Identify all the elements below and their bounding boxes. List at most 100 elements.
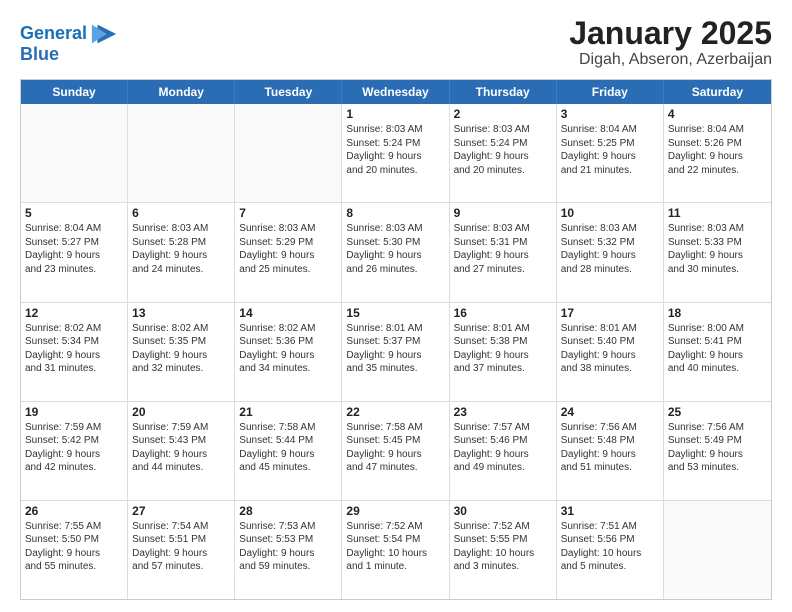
header-sunday: Sunday xyxy=(21,80,128,104)
day-number: 27 xyxy=(132,504,230,518)
day-info: Sunrise: 7:59 AM Sunset: 5:42 PM Dayligh… xyxy=(25,421,123,475)
day-number: 20 xyxy=(132,405,230,419)
week-row-4: 26 Sunrise: 7:55 AM Sunset: 5:50 PM Dayli… xyxy=(21,501,771,599)
page: General Blue January 2025 Digah, Abseron… xyxy=(0,0,792,612)
day-info: Sunrise: 8:04 AM Sunset: 5:27 PM Dayligh… xyxy=(25,222,123,276)
header-thursday: Thursday xyxy=(450,80,557,104)
day-info: Sunrise: 8:00 AM Sunset: 5:41 PM Dayligh… xyxy=(668,322,767,376)
cell-w3-d1: 20 Sunrise: 7:59 AM Sunset: 5:43 PM Dayli… xyxy=(128,402,235,500)
header-tuesday: Tuesday xyxy=(235,80,342,104)
day-number: 2 xyxy=(454,107,552,121)
cell-w4-d2: 28 Sunrise: 7:53 AM Sunset: 5:53 PM Dayli… xyxy=(235,501,342,599)
day-info: Sunrise: 8:01 AM Sunset: 5:37 PM Dayligh… xyxy=(346,322,444,376)
day-info: Sunrise: 7:52 AM Sunset: 5:55 PM Dayligh… xyxy=(454,520,552,574)
logo: General Blue xyxy=(20,20,118,65)
cell-w1-d3: 8Sunrise: 8:03 AM Sunset: 5:30 PM Daylig… xyxy=(342,203,449,301)
cell-w4-d4: 30Sunrise: 7:52 AM Sunset: 5:55 PM Dayli… xyxy=(450,501,557,599)
logo-text: General xyxy=(20,24,87,44)
day-number: 4 xyxy=(668,107,767,121)
cell-w2-d2: 14Sunrise: 8:02 AM Sunset: 5:36 PM Dayli… xyxy=(235,303,342,401)
cell-w2-d4: 16 Sunrise: 8:01 AM Sunset: 5:38 PM Dayli… xyxy=(450,303,557,401)
day-number: 3 xyxy=(561,107,659,121)
day-info: Sunrise: 8:03 AM Sunset: 5:29 PM Dayligh… xyxy=(239,222,337,276)
cell-w2-d6: 18 Sunrise: 8:00 AM Sunset: 5:41 PM Dayli… xyxy=(664,303,771,401)
header-saturday: Saturday xyxy=(664,80,771,104)
title-block: January 2025 Digah, Abseron, Azerbaijan xyxy=(569,16,772,69)
day-info: Sunrise: 8:03 AM Sunset: 5:24 PM Dayligh… xyxy=(346,123,444,177)
header-friday: Friday xyxy=(557,80,664,104)
day-number: 16 xyxy=(454,306,552,320)
cell-w1-d0: 5Sunrise: 8:04 AM Sunset: 5:27 PM Daylig… xyxy=(21,203,128,301)
page-title: January 2025 xyxy=(569,16,772,51)
header-wednesday: Wednesday xyxy=(342,80,449,104)
cell-w3-d5: 24 Sunrise: 7:56 AM Sunset: 5:48 PM Dayli… xyxy=(557,402,664,500)
week-row-0: 1 Sunrise: 8:03 AM Sunset: 5:24 PM Daylig… xyxy=(21,104,771,203)
cell-w1-d6: 11 Sunrise: 8:03 AM Sunset: 5:33 PM Dayli… xyxy=(664,203,771,301)
day-number: 28 xyxy=(239,504,337,518)
day-number: 23 xyxy=(454,405,552,419)
day-number: 11 xyxy=(668,206,767,220)
day-info: Sunrise: 7:59 AM Sunset: 5:43 PM Dayligh… xyxy=(132,421,230,475)
day-info: Sunrise: 8:01 AM Sunset: 5:38 PM Dayligh… xyxy=(454,322,552,376)
cell-w4-d0: 26 Sunrise: 7:55 AM Sunset: 5:50 PM Dayli… xyxy=(21,501,128,599)
day-number: 1 xyxy=(346,107,444,121)
cell-w2-d1: 13Sunrise: 8:02 AM Sunset: 5:35 PM Dayli… xyxy=(128,303,235,401)
day-info: Sunrise: 7:57 AM Sunset: 5:46 PM Dayligh… xyxy=(454,421,552,475)
week-row-2: 12Sunrise: 8:02 AM Sunset: 5:34 PM Dayli… xyxy=(21,303,771,402)
day-number: 13 xyxy=(132,306,230,320)
cell-w2-d0: 12Sunrise: 8:02 AM Sunset: 5:34 PM Dayli… xyxy=(21,303,128,401)
cell-w1-d2: 7 Sunrise: 8:03 AM Sunset: 5:29 PM Daylig… xyxy=(235,203,342,301)
day-info: Sunrise: 8:03 AM Sunset: 5:32 PM Dayligh… xyxy=(561,222,659,276)
day-info: Sunrise: 8:02 AM Sunset: 5:36 PM Dayligh… xyxy=(239,322,337,376)
day-number: 18 xyxy=(668,306,767,320)
day-info: Sunrise: 7:51 AM Sunset: 5:56 PM Dayligh… xyxy=(561,520,659,574)
cell-w1-d4: 9 Sunrise: 8:03 AM Sunset: 5:31 PM Daylig… xyxy=(450,203,557,301)
day-info: Sunrise: 8:02 AM Sunset: 5:34 PM Dayligh… xyxy=(25,322,123,376)
day-info: Sunrise: 7:55 AM Sunset: 5:50 PM Dayligh… xyxy=(25,520,123,574)
calendar-body: 1 Sunrise: 8:03 AM Sunset: 5:24 PM Daylig… xyxy=(21,104,771,599)
day-info: Sunrise: 8:03 AM Sunset: 5:33 PM Dayligh… xyxy=(668,222,767,276)
cell-w1-d5: 10Sunrise: 8:03 AM Sunset: 5:32 PM Dayli… xyxy=(557,203,664,301)
cell-w4-d5: 31Sunrise: 7:51 AM Sunset: 5:56 PM Dayli… xyxy=(557,501,664,599)
cell-w3-d0: 19 Sunrise: 7:59 AM Sunset: 5:42 PM Dayli… xyxy=(21,402,128,500)
day-info: Sunrise: 7:56 AM Sunset: 5:49 PM Dayligh… xyxy=(668,421,767,475)
day-number: 29 xyxy=(346,504,444,518)
day-info: Sunrise: 7:56 AM Sunset: 5:48 PM Dayligh… xyxy=(561,421,659,475)
day-info: Sunrise: 7:53 AM Sunset: 5:53 PM Dayligh… xyxy=(239,520,337,574)
cell-w2-d3: 15Sunrise: 8:01 AM Sunset: 5:37 PM Dayli… xyxy=(342,303,449,401)
cell-w1-d1: 6 Sunrise: 8:03 AM Sunset: 5:28 PM Daylig… xyxy=(128,203,235,301)
header: General Blue January 2025 Digah, Abseron… xyxy=(20,16,772,69)
cell-w4-d1: 27Sunrise: 7:54 AM Sunset: 5:51 PM Dayli… xyxy=(128,501,235,599)
cell-w4-d3: 29 Sunrise: 7:52 AM Sunset: 5:54 PM Dayli… xyxy=(342,501,449,599)
cell-w0-d3: 1 Sunrise: 8:03 AM Sunset: 5:24 PM Daylig… xyxy=(342,104,449,202)
calendar-header: Sunday Monday Tuesday Wednesday Thursday… xyxy=(21,80,771,104)
day-number: 17 xyxy=(561,306,659,320)
day-number: 25 xyxy=(668,405,767,419)
calendar: Sunday Monday Tuesday Wednesday Thursday… xyxy=(20,79,772,600)
day-number: 24 xyxy=(561,405,659,419)
day-info: Sunrise: 8:01 AM Sunset: 5:40 PM Dayligh… xyxy=(561,322,659,376)
day-info: Sunrise: 8:03 AM Sunset: 5:24 PM Dayligh… xyxy=(454,123,552,177)
day-number: 26 xyxy=(25,504,123,518)
cell-w0-d0 xyxy=(21,104,128,202)
week-row-3: 19 Sunrise: 7:59 AM Sunset: 5:42 PM Dayli… xyxy=(21,402,771,501)
cell-w2-d5: 17 Sunrise: 8:01 AM Sunset: 5:40 PM Dayli… xyxy=(557,303,664,401)
day-info: Sunrise: 8:03 AM Sunset: 5:31 PM Dayligh… xyxy=(454,222,552,276)
cell-w3-d4: 23 Sunrise: 7:57 AM Sunset: 5:46 PM Dayli… xyxy=(450,402,557,500)
day-number: 21 xyxy=(239,405,337,419)
day-info: Sunrise: 7:58 AM Sunset: 5:45 PM Dayligh… xyxy=(346,421,444,475)
header-monday: Monday xyxy=(128,80,235,104)
week-row-1: 5Sunrise: 8:04 AM Sunset: 5:27 PM Daylig… xyxy=(21,203,771,302)
day-number: 9 xyxy=(454,206,552,220)
day-number: 19 xyxy=(25,405,123,419)
cell-w0-d2 xyxy=(235,104,342,202)
day-number: 6 xyxy=(132,206,230,220)
day-number: 22 xyxy=(346,405,444,419)
day-info: Sunrise: 7:52 AM Sunset: 5:54 PM Dayligh… xyxy=(346,520,444,574)
cell-w3-d2: 21 Sunrise: 7:58 AM Sunset: 5:44 PM Dayli… xyxy=(235,402,342,500)
day-info: Sunrise: 8:03 AM Sunset: 5:28 PM Dayligh… xyxy=(132,222,230,276)
cell-w0-d1 xyxy=(128,104,235,202)
day-number: 7 xyxy=(239,206,337,220)
day-info: Sunrise: 7:58 AM Sunset: 5:44 PM Dayligh… xyxy=(239,421,337,475)
cell-w4-d6 xyxy=(664,501,771,599)
